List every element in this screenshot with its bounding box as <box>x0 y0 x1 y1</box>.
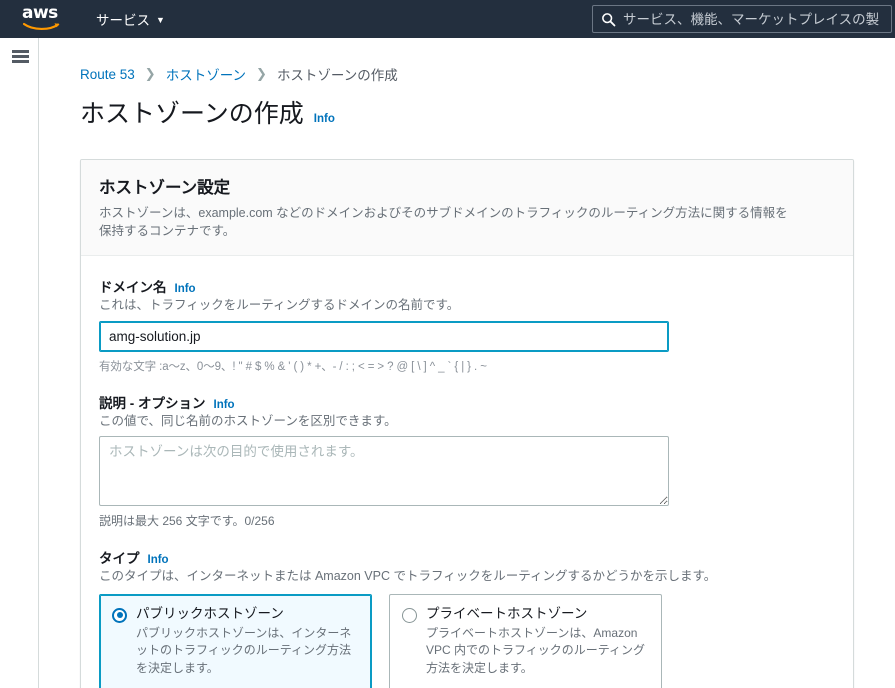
aws-logo[interactable]: aws <box>22 3 64 32</box>
card-title: ホストゾーン設定 <box>99 179 231 197</box>
breadcrumb-item-hosted-zones[interactable]: ホストゾーン <box>166 64 246 84</box>
global-search-input[interactable] <box>623 11 891 27</box>
radio-tile-public-label: パブリックホストゾーン <box>136 605 284 621</box>
description-field-group: 説明 - オプション Info この値で、同じ名前のホストゾーンを区別できます。… <box>99 392 835 530</box>
type-radio-group: パブリックホストゾーン パブリックホストゾーンは、インターネットのトラフィックの… <box>99 593 835 688</box>
page-title: ホストゾーンの作成 <box>80 100 304 128</box>
type-info-link[interactable]: Info <box>148 554 169 566</box>
description-character-counter: 説明は最大 256 文字です。0/256 <box>99 514 275 529</box>
hamburger-menu-icon[interactable] <box>12 50 29 63</box>
type-label-row: タイプ Info <box>99 547 835 567</box>
domain-name-field-group: ドメイン名 Info これは、トラフィックをルーティングするドメインの名前です。… <box>99 276 835 374</box>
description-textarea[interactable] <box>99 436 669 507</box>
hamburger-bar <box>12 60 29 63</box>
card-description: ホストゾーンは、example.com などのドメインおよびそのサブドメインのト… <box>99 206 788 239</box>
chevron-down-icon: ▼ <box>156 14 165 25</box>
left-navigation-rail <box>0 38 39 688</box>
radio-button-unselected-icon[interactable] <box>402 607 417 623</box>
type-field-group: タイプ Info このタイプは、インターネットまたは Amazon VPC でト… <box>99 547 835 688</box>
radio-button-selected-icon[interactable] <box>112 607 127 623</box>
page-info-link[interactable]: Info <box>314 113 335 125</box>
breadcrumb-separator-icon: ❯ <box>256 66 267 81</box>
main-content-area: Route 53 ❯ ホストゾーン ❯ ホストゾーンの作成 ホストゾーンの作成 … <box>39 38 895 688</box>
card-body: ドメイン名 Info これは、トラフィックをルーティングするドメインの名前です。… <box>81 256 853 688</box>
hamburger-bar <box>12 55 29 58</box>
radio-tile-public-text: パブリックホストゾーン パブリックホストゾーンは、インターネットのトラフィックの… <box>136 606 359 677</box>
type-description: このタイプは、インターネットまたは Amazon VPC でトラフィックをルーテ… <box>99 569 717 584</box>
breadcrumb-separator-icon: ❯ <box>144 66 156 81</box>
domain-name-description: これは、トラフィックをルーティングするドメインの名前です。 <box>99 298 460 313</box>
breadcrumb-item-route53[interactable]: Route 53 <box>80 67 135 82</box>
services-menu-button[interactable]: サービス ▼ <box>94 5 167 33</box>
radio-tile-private-label: プライベートホストゾーン <box>426 605 588 621</box>
description-field-description: この値で、同じ名前のホストゾーンを区別できます。 <box>99 413 397 428</box>
top-navigation-bar: aws サービス ▼ <box>0 0 895 38</box>
page-header: ホストゾーンの作成 Info <box>80 100 895 129</box>
aws-logo-wordmark: aws <box>22 3 58 23</box>
domain-name-input[interactable] <box>99 320 669 352</box>
radio-tile-public-hosted-zone[interactable]: パブリックホストゾーン パブリックホストゾーンは、インターネットのトラフィックの… <box>99 593 372 688</box>
services-menu-label: サービス <box>96 13 150 28</box>
global-search-box[interactable] <box>592 5 892 33</box>
domain-name-hint: 有効な文字 :a～z、0～9、! " # $ % & ' ( ) * +、- /… <box>99 360 487 373</box>
description-label: 説明 - オプション <box>99 395 206 411</box>
description-info-link[interactable]: Info <box>214 399 235 411</box>
radio-tile-public-description: パブリックホストゾーンは、インターネットのトラフィックのルーティング方法を決定し… <box>136 625 352 675</box>
domain-name-info-link[interactable]: Info <box>175 283 196 295</box>
search-icon <box>601 12 616 27</box>
card-header: ホストゾーン設定 ホストゾーンは、example.com などのドメインおよびそ… <box>81 160 853 257</box>
description-label-row: 説明 - オプション Info <box>99 392 835 412</box>
domain-name-label-row: ドメイン名 Info <box>99 276 835 296</box>
aws-smile-icon <box>23 22 61 31</box>
radio-tile-private-description: プライベートホストゾーンは、Amazon VPC 内でのトラフィックのルーティン… <box>426 625 646 675</box>
radio-tile-private-hosted-zone[interactable]: プライベートホストゾーン プライベートホストゾーンは、Amazon VPC 内で… <box>389 593 662 688</box>
breadcrumb-item-current: ホストゾーンの作成 <box>276 68 398 83</box>
radio-tile-private-text: プライベートホストゾーン プライベートホストゾーンは、Amazon VPC 内で… <box>426 606 649 677</box>
domain-name-label: ドメイン名 <box>99 280 167 296</box>
type-label: タイプ <box>99 551 140 567</box>
hamburger-bar <box>12 50 29 53</box>
breadcrumb: Route 53 ❯ ホストゾーン ❯ ホストゾーンの作成 <box>80 64 895 84</box>
hosted-zone-configuration-card: ホストゾーン設定 ホストゾーンは、example.com などのドメインおよびそ… <box>80 159 854 688</box>
